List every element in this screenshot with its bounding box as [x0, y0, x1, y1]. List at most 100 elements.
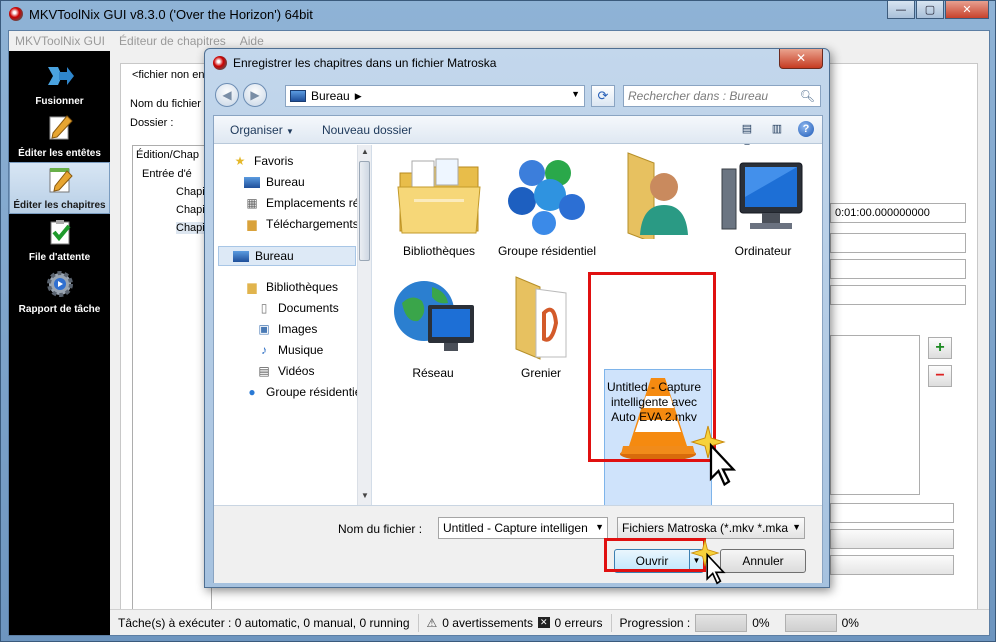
- chapter-field[interactable]: [830, 233, 966, 253]
- chapter-tree[interactable]: [132, 145, 212, 623]
- preview-pane-icon[interactable]: ▥: [768, 120, 786, 138]
- chapter-start-time-field[interactable]: 0:01:00.000000000: [830, 203, 966, 223]
- chevron-down-icon[interactable]: ▼: [595, 522, 604, 532]
- sidebar-item-edit-headers[interactable]: Éditer les entêtes: [9, 111, 110, 163]
- organize-button[interactable]: Organiser ▼: [230, 123, 294, 137]
- new-folder-button[interactable]: Nouveau dossier: [322, 123, 412, 137]
- nav-images[interactable]: ▣ Images: [256, 319, 317, 339]
- minimize-button[interactable]: —: [887, 1, 915, 19]
- address-row: ◀ ▶ Bureau ▶ ▼ ⟳ Rechercher dans : Burea…: [213, 83, 821, 109]
- nav-downloads[interactable]: ▆ Téléchargements: [244, 214, 358, 234]
- file-name-label: Nom du fichier :: [130, 98, 208, 110]
- mouse-cursor-icon: [706, 552, 726, 585]
- desktop-icon: [233, 250, 249, 262]
- remove-button[interactable]: −: [928, 365, 952, 387]
- tree-item-chapter[interactable]: Chapi: [176, 222, 205, 234]
- music-icon: ♪: [261, 343, 267, 357]
- mkvtoolnix-icon: [213, 56, 227, 70]
- dialog-close-button[interactable]: ✕: [779, 49, 823, 69]
- scroll-up-icon[interactable]: ▲: [358, 145, 371, 159]
- chevron-down-icon[interactable]: ▼: [571, 89, 580, 99]
- refresh-button[interactable]: ⟳: [591, 85, 615, 107]
- menu-mkvtoolnix[interactable]: MKVToolNix GUI: [15, 34, 105, 48]
- breadcrumb-arrow-icon[interactable]: ▶: [355, 91, 362, 102]
- chapter-field[interactable]: [830, 285, 966, 305]
- chapter-name-field[interactable]: [830, 503, 954, 523]
- scroll-thumb[interactable]: [359, 161, 370, 261]
- chapter-names-list[interactable]: [830, 335, 920, 495]
- add-button[interactable]: +: [928, 337, 952, 359]
- file-name-input[interactable]: Untitled - Capture intelligen ▼: [438, 517, 608, 539]
- maximize-button[interactable]: ▢: [916, 1, 944, 19]
- file-type-select[interactable]: Fichiers Matroska (*.mkv *.mka ▼: [617, 517, 805, 539]
- downloads-folder-icon: ▆: [247, 217, 257, 231]
- close-button[interactable]: ✕: [945, 1, 989, 19]
- file-item-network[interactable]: Réseau: [378, 273, 488, 380]
- desktop-icon: [244, 176, 260, 188]
- country-select[interactable]: [830, 555, 954, 575]
- tree-header: Édition/Chap: [136, 149, 199, 161]
- merge-icon: [47, 67, 74, 85]
- tasks-status: Tâche(s) à exécuter : 0 automatic, 0 man…: [110, 613, 419, 632]
- sidebar-item-queue[interactable]: File d'attente: [9, 215, 110, 267]
- tree-item-chapter[interactable]: Chapi: [176, 186, 205, 198]
- notepad-icon: [49, 168, 73, 193]
- documents-icon: ▯: [260, 301, 268, 315]
- file-item-homegroup[interactable]: Groupe résidentiel: [492, 151, 602, 258]
- pen-icon: [49, 115, 73, 140]
- scroll-down-icon[interactable]: ▼: [358, 489, 371, 503]
- sidebar-item-edit-chapters[interactable]: Éditer les chapitres: [9, 162, 110, 214]
- homegroup-icon: ●: [248, 385, 256, 399]
- search-icon: 🔍︎: [799, 89, 815, 103]
- dialog-footer: Nom du fichier : Untitled - Capture inte…: [214, 505, 822, 583]
- help-icon[interactable]: ?: [798, 121, 814, 137]
- search-input[interactable]: Rechercher dans : Bureau 🔍︎: [623, 85, 821, 107]
- menu-chapter-editor[interactable]: Éditeur de chapitres: [119, 34, 226, 48]
- sidebar: Fusionner Éditer les entêtes Éditer les …: [9, 51, 110, 635]
- images-icon: ▣: [258, 322, 270, 336]
- videos-icon: ▤: [258, 364, 270, 378]
- warning-icon: ⚠: [426, 615, 438, 630]
- chevron-down-icon[interactable]: ▼: [792, 522, 801, 532]
- star-icon: ★: [234, 154, 246, 168]
- libraries-icon: ▆: [247, 280, 257, 294]
- recent-places-icon: ▦: [246, 196, 258, 210]
- editor-tab-label[interactable]: <fichier non en: [132, 69, 204, 81]
- chapter-field[interactable]: [830, 259, 966, 279]
- nav-music[interactable]: ♪ Musique: [256, 340, 323, 360]
- forward-button[interactable]: ▶: [243, 83, 267, 107]
- nav-desktop[interactable]: Bureau: [218, 246, 356, 266]
- language-select[interactable]: [830, 529, 954, 549]
- file-item-computer[interactable]: Ordinateur: [708, 151, 818, 258]
- menu-help[interactable]: Aide: [240, 34, 264, 48]
- sidebar-item-job-report[interactable]: Rapport de tâche: [9, 267, 110, 319]
- error-icon: ✕: [537, 617, 550, 628]
- dialog-title: Enregistrer les chapitres dans un fichie…: [213, 56, 496, 70]
- address-bar[interactable]: Bureau ▶ ▼: [285, 85, 585, 107]
- progress-bar: [695, 613, 748, 632]
- file-item-user-folder[interactable]: [600, 151, 710, 244]
- nav-scrollbar[interactable]: ▲ ▼: [357, 145, 371, 505]
- nav-recent-places[interactable]: ▦ Emplacements ré: [244, 193, 359, 213]
- nav-homegroup[interactable]: ● Groupe résidentie: [244, 382, 361, 402]
- file-item-attic-folder[interactable]: Grenier: [486, 273, 596, 380]
- file-item-libraries[interactable]: Bibliothèques: [384, 151, 494, 258]
- libraries-folder-icon: [397, 158, 481, 234]
- nav-documents[interactable]: ▯ Documents: [256, 298, 339, 318]
- user-folder-icon: [627, 152, 688, 244]
- folder-label: Dossier :: [130, 117, 174, 129]
- cancel-button[interactable]: Annuler: [720, 549, 806, 573]
- tree-item-chapter[interactable]: Chapi: [176, 204, 205, 216]
- progress-bar-total: [784, 613, 837, 632]
- nav-libraries[interactable]: ▆ Bibliothèques: [244, 277, 338, 297]
- tree-item-edition[interactable]: Entrée d'é: [142, 168, 192, 180]
- nav-favorites[interactable]: ★ Favoris: [232, 151, 294, 171]
- view-options-icon[interactable]: ▤ ▾: [738, 120, 756, 153]
- window-controls: — ▢ ✕: [887, 1, 989, 19]
- back-button[interactable]: ◀: [215, 83, 239, 107]
- sidebar-item-merge[interactable]: Fusionner: [9, 59, 110, 111]
- nav-videos[interactable]: ▤ Vidéos: [256, 361, 314, 381]
- refresh-icon: ⟳: [597, 88, 609, 103]
- nav-fav-desktop[interactable]: Bureau: [244, 172, 305, 192]
- status-bar: Tâche(s) à exécuter : 0 automatic, 0 man…: [110, 609, 989, 635]
